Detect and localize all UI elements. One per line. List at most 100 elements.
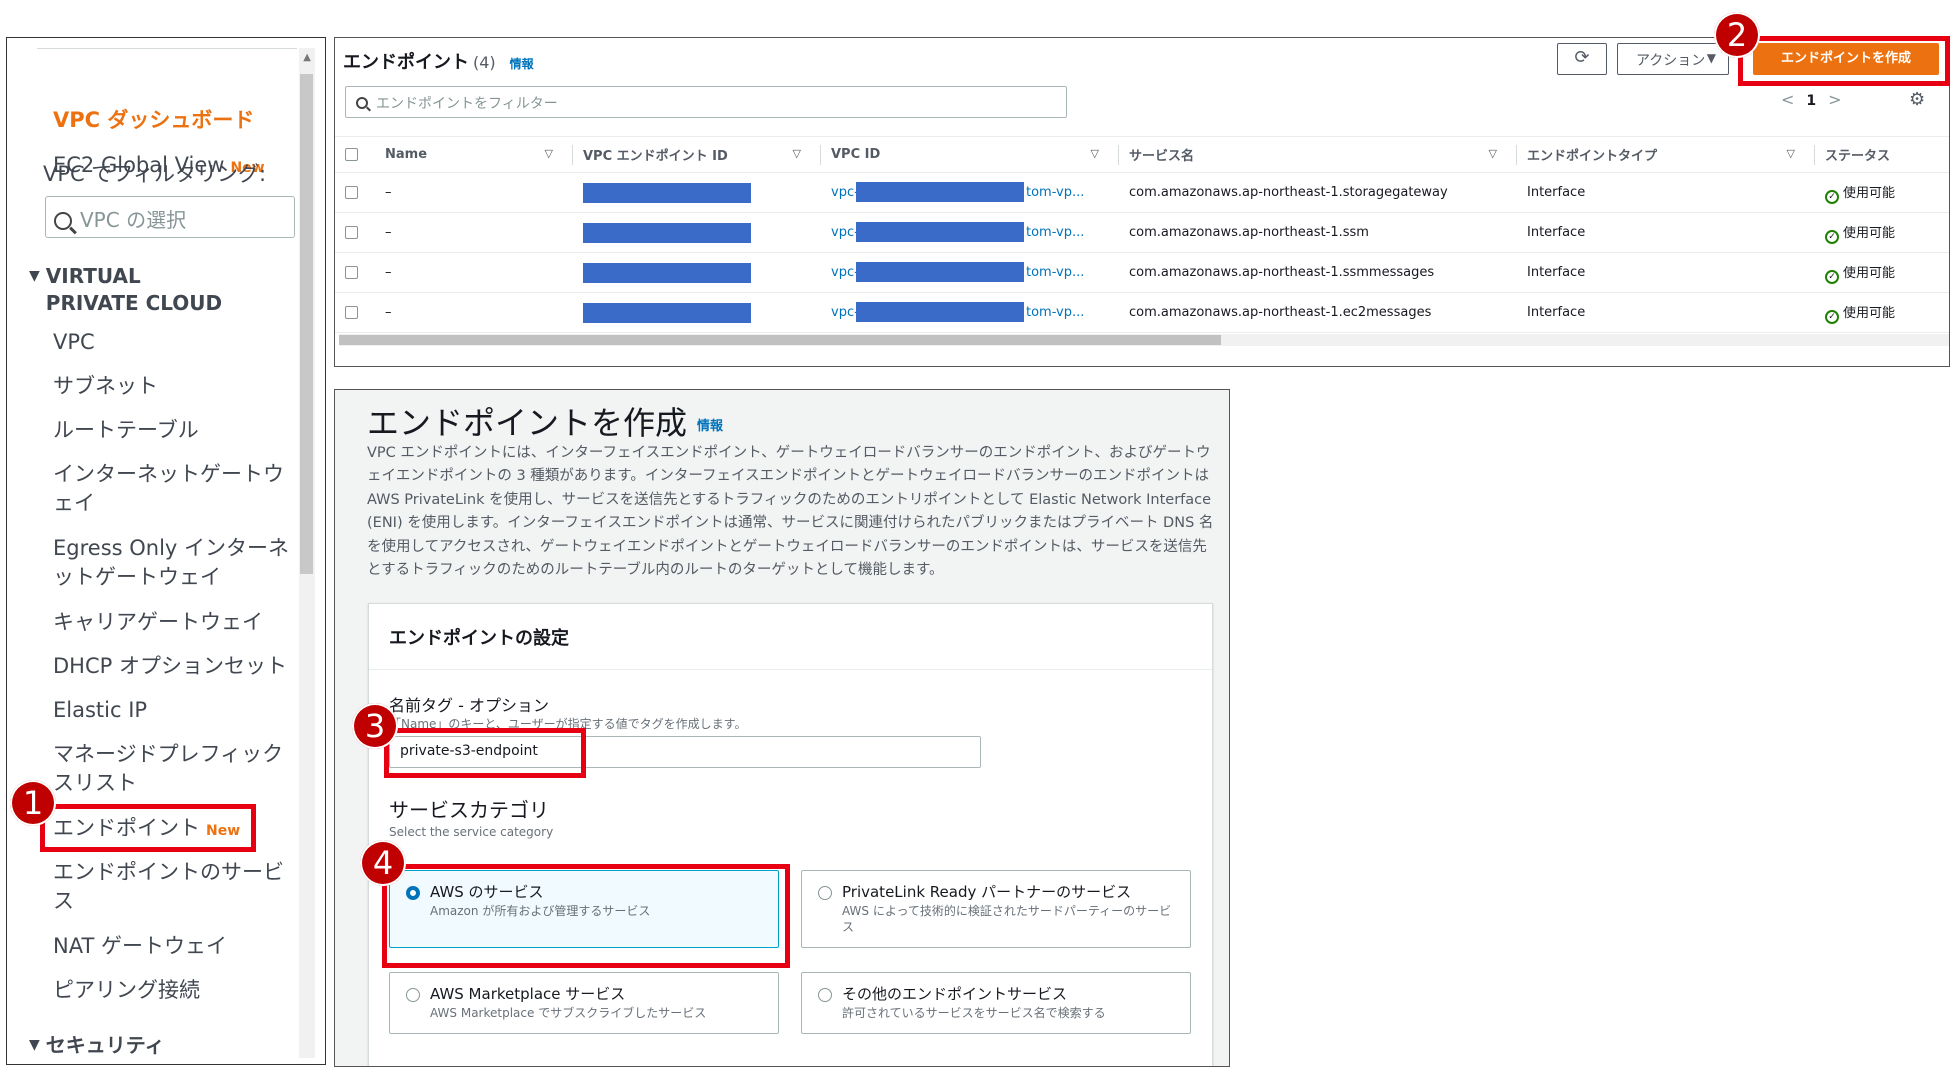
table-row[interactable]: – vpc-tom-vp... com.amazonaws.ap-northea… <box>335 172 1949 213</box>
sidebar-item-subnets[interactable]: サブネット <box>53 372 293 401</box>
table-row[interactable]: – vpc-tom-vp... com.amazonaws.ap-northea… <box>335 292 1949 333</box>
step-badge-2: 2 <box>1714 12 1760 58</box>
sort-icon[interactable]: ▽ <box>1787 147 1795 160</box>
redacted-vpc-id <box>856 222 1024 242</box>
settings-title: エンドポイントの設定 <box>369 604 1212 670</box>
highlight-endpoints-nav <box>40 804 256 852</box>
cell-name: – <box>375 212 573 253</box>
redacted-vpc-id <box>856 262 1024 282</box>
cell-name: – <box>375 292 573 333</box>
search-icon <box>54 212 72 230</box>
tile-other-endpoint-services[interactable]: その他のエンドポイントサービス 許可されているサービスをサービス名で検索する <box>801 972 1191 1034</box>
endpoints-table: Name ▽ VPC エンドポイント ID ▽ VPC ID ▽ サービス名 ▽ エンド… <box>335 136 1949 333</box>
cell-name: – <box>375 252 573 293</box>
table-row[interactable]: – vpc-tom-vp... com.amazonaws.ap-northea… <box>335 252 1949 293</box>
vpc-id-link[interactable]: vpc- <box>831 305 859 320</box>
vpc-id-link[interactable]: vpc- <box>831 225 859 240</box>
sidebar-item-nat-gateways[interactable]: NAT ゲートウェイ <box>53 932 293 961</box>
radio[interactable] <box>818 886 832 900</box>
info-link[interactable]: 情報 <box>697 419 723 434</box>
column-header-endpoint-type[interactable]: エンドポイントタイプ ▽ <box>1517 136 1815 173</box>
caret-down-icon: ▼ <box>29 1037 40 1053</box>
row-checkbox[interactable] <box>345 266 358 279</box>
prev-page-icon[interactable]: < <box>1781 90 1794 109</box>
gear-icon[interactable]: ⚙ <box>1909 89 1925 110</box>
sort-icon[interactable]: ▽ <box>1091 147 1099 160</box>
service-category-label: サービスカテゴリ <box>389 798 549 822</box>
sidebar-item-vpc[interactable]: VPC <box>53 328 293 357</box>
endpoints-panel: エンドポイント (4) 情報 エンドポイントをフィルター ⟳ アクション ▼ エンドポ… <box>334 37 1950 367</box>
horizontal-scrollbar-thumb[interactable] <box>339 335 1221 345</box>
vpc-filter-label: VPC でフィルタリング: <box>43 162 267 186</box>
caret-down-icon: ▼ <box>29 268 40 284</box>
column-header-name[interactable]: Name ▽ <box>375 136 573 173</box>
select-all-header[interactable] <box>335 136 375 173</box>
column-header-service-name[interactable]: サービス名 ▽ <box>1119 136 1517 173</box>
vpc-id-link[interactable]: vpc- <box>831 265 859 280</box>
sidebar-item-endpoint-services[interactable]: エンドポイントのサービス <box>53 858 293 916</box>
sidebar-item-carrier-gateways[interactable]: キャリアゲートウェイ <box>53 608 293 637</box>
redacted-endpoint-id <box>583 182 751 203</box>
vpc-name-tail[interactable]: tom-vp... <box>1026 185 1084 200</box>
sidebar-item-elastic-ip[interactable]: Elastic IP <box>53 696 293 725</box>
cell-endpoint-type: Interface <box>1517 252 1815 293</box>
sidebar-scrollbar-thumb[interactable] <box>300 74 313 574</box>
table-row[interactable]: – vpc-tom-vp... com.amazonaws.ap-northea… <box>335 212 1949 253</box>
row-checkbox[interactable] <box>345 186 358 199</box>
cell-status: ✓ 使用可能 <box>1815 292 1949 333</box>
vpc-id-link[interactable]: vpc- <box>831 185 859 200</box>
section-virtual-private-cloud[interactable]: ▼ VIRTUAL PRIVATE CLOUD <box>29 263 226 317</box>
sidebar-item-peering[interactable]: ピアリング接続 <box>53 976 293 1005</box>
next-page-icon[interactable]: > <box>1828 90 1841 109</box>
endpoint-settings-card: エンドポイントの設定 名前タグ - オプション 「Name」のキーと、ユーザーが… <box>368 603 1213 1066</box>
vpc-filter-select[interactable]: VPC の選択 <box>45 196 295 238</box>
refresh-button[interactable]: ⟳ <box>1557 43 1607 75</box>
check-circle-icon: ✓ <box>1825 309 1839 324</box>
row-checkbox[interactable] <box>345 226 358 239</box>
cell-service-name: com.amazonaws.ap-northeast-1.ec2messages <box>1119 292 1517 333</box>
endpoint-count: (4) <box>473 53 496 72</box>
table-header-row: Name ▽ VPC エンドポイント ID ▽ VPC ID ▽ サービス名 ▽ エンド… <box>335 136 1949 173</box>
highlight-aws-services-tile <box>382 864 790 968</box>
sidebar-item-prefix-lists[interactable]: マネージドプレフィックスリスト <box>53 740 293 798</box>
column-header-vpc-id[interactable]: VPC ID ▽ <box>821 136 1119 173</box>
sidebar-item-internet-gateways[interactable]: インターネットゲートウェイ <box>53 460 293 518</box>
step-badge-4: 4 <box>360 840 406 886</box>
sidebar-item-vpc-dashboard[interactable]: VPC ダッシュボード <box>53 106 293 135</box>
redacted-endpoint-id <box>583 302 751 323</box>
cell-status: ✓ 使用可能 <box>1815 212 1949 253</box>
step-badge-3: 3 <box>352 703 398 749</box>
scroll-up-arrow-icon[interactable]: ▲ <box>303 52 311 63</box>
radio[interactable] <box>818 988 832 1002</box>
endpoint-filter-input[interactable]: エンドポイントをフィルター <box>345 86 1067 118</box>
select-all-checkbox[interactable] <box>345 148 358 161</box>
cell-service-name: com.amazonaws.ap-northeast-1.ssmmessages <box>1119 252 1517 293</box>
column-header-status[interactable]: ステータス <box>1815 136 1949 173</box>
refresh-icon: ⟳ <box>1574 47 1590 68</box>
radio[interactable] <box>406 988 420 1002</box>
tile-aws-marketplace[interactable]: AWS Marketplace サービス AWS Marketplace でサブ… <box>389 972 779 1034</box>
sort-icon[interactable]: ▽ <box>545 147 553 160</box>
section-security[interactable]: ▼ セキュリティ <box>29 1032 165 1059</box>
sort-icon[interactable]: ▽ <box>793 147 801 160</box>
info-link[interactable]: 情報 <box>510 57 534 71</box>
search-icon <box>356 97 368 109</box>
current-page[interactable]: 1 <box>1806 93 1816 109</box>
tile-privatelink-partner[interactable]: PrivateLink Ready パートナーのサービス AWS によって技術的… <box>801 870 1191 948</box>
cell-status: ✓ 使用可能 <box>1815 172 1949 213</box>
sidebar-item-dhcp-options[interactable]: DHCP オプションセット <box>53 652 293 681</box>
cell-status: ✓ 使用可能 <box>1815 252 1949 293</box>
column-header-endpoint-id[interactable]: VPC エンドポイント ID ▽ <box>573 136 821 173</box>
vpc-name-tail[interactable]: tom-vp... <box>1026 305 1084 320</box>
sort-icon[interactable]: ▽ <box>1489 147 1497 160</box>
endpoints-title: エンドポイント (4) 情報 <box>343 52 534 73</box>
redacted-endpoint-id <box>583 222 751 243</box>
vpc-name-tail[interactable]: tom-vp... <box>1026 265 1084 280</box>
sidebar-item-egress-only-igw[interactable]: Egress Only インターネットゲートウェイ <box>53 534 293 592</box>
page-title: エンドポイントを作成 情報 <box>367 404 724 442</box>
row-checkbox[interactable] <box>345 306 358 319</box>
sidebar-item-route-tables[interactable]: ルートテーブル <box>53 416 293 445</box>
step-badge-1: 1 <box>10 780 56 826</box>
vpc-name-tail[interactable]: tom-vp... <box>1026 225 1084 240</box>
actions-dropdown[interactable]: アクション ▼ <box>1617 43 1729 75</box>
